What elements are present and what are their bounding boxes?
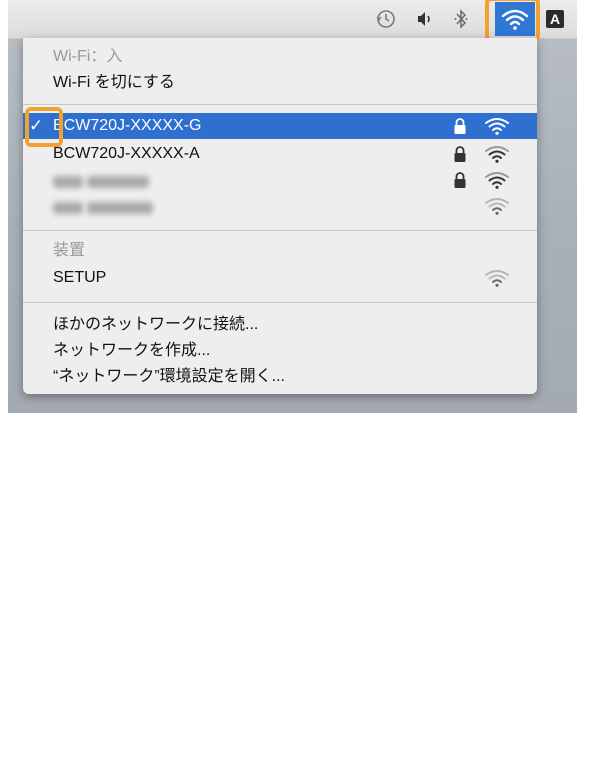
bluetooth-icon[interactable] [452, 8, 470, 30]
separator [23, 302, 537, 303]
devices-header: 装置 [53, 242, 86, 259]
obscured-network-name [53, 197, 153, 215]
wifi-signal-icon [485, 172, 509, 189]
volume-icon[interactable] [414, 8, 436, 30]
time-machine-icon[interactable] [374, 8, 398, 30]
device-name: SETUP [53, 269, 107, 286]
devices-header-row: 装置 [23, 238, 537, 264]
input-source-label: A [546, 10, 564, 28]
obscured-network-name [53, 171, 149, 189]
wifi-icon-highlight [485, 0, 540, 42]
wifi-toggle-item[interactable]: Wi-Fi を切にする [23, 70, 537, 96]
join-other-network-label: ほかのネットワークに接続... [53, 316, 259, 333]
network-item[interactable]: BCW720J-XXXXX-A [23, 141, 537, 167]
wifi-signal-icon [485, 198, 509, 215]
network-item-obscured[interactable] [23, 193, 537, 219]
wifi-dropdown-menu: Wi-Fi：入 Wi-Fi を切にする ✓ BCW720J-XXXXX-G BC… [23, 38, 537, 394]
wifi-status-row: Wi-Fi：入 [23, 44, 537, 70]
wifi-toggle-label: Wi-Fi を切にする [53, 74, 175, 91]
device-item-setup[interactable]: SETUP [23, 265, 537, 291]
open-network-prefs-label: “ネットワーク”環境設定を開く... [53, 368, 285, 385]
wifi-signal-icon [485, 118, 509, 135]
menu-bar: A [8, 0, 577, 42]
network-item-selected[interactable]: ✓ BCW720J-XXXXX-G [23, 113, 537, 139]
open-network-prefs-item[interactable]: “ネットワーク”環境設定を開く... [23, 364, 537, 390]
network-name: BCW720J-XXXXX-A [53, 145, 200, 162]
selected-network-highlight [25, 107, 63, 147]
wifi-status-label: Wi-Fi：入 [53, 48, 123, 65]
network-name: BCW720J-XXXXX-G [53, 117, 202, 134]
lock-icon [454, 172, 466, 188]
wifi-signal-icon [485, 270, 509, 287]
create-network-label: ネットワークを作成... [53, 342, 211, 359]
separator [23, 104, 537, 105]
wifi-signal-icon [485, 146, 509, 163]
lock-icon [454, 146, 466, 162]
screenshot: A Wi-Fi：入 Wi-Fi を切にする ✓ BCW720J-XXXXX-G [8, 0, 577, 413]
lock-icon [454, 118, 466, 134]
join-other-network-item[interactable]: ほかのネットワークに接続... [23, 312, 537, 338]
input-source-icon[interactable]: A [544, 10, 566, 28]
create-network-item[interactable]: ネットワークを作成... [23, 338, 537, 364]
separator [23, 230, 537, 231]
network-item-obscured[interactable] [23, 167, 537, 193]
